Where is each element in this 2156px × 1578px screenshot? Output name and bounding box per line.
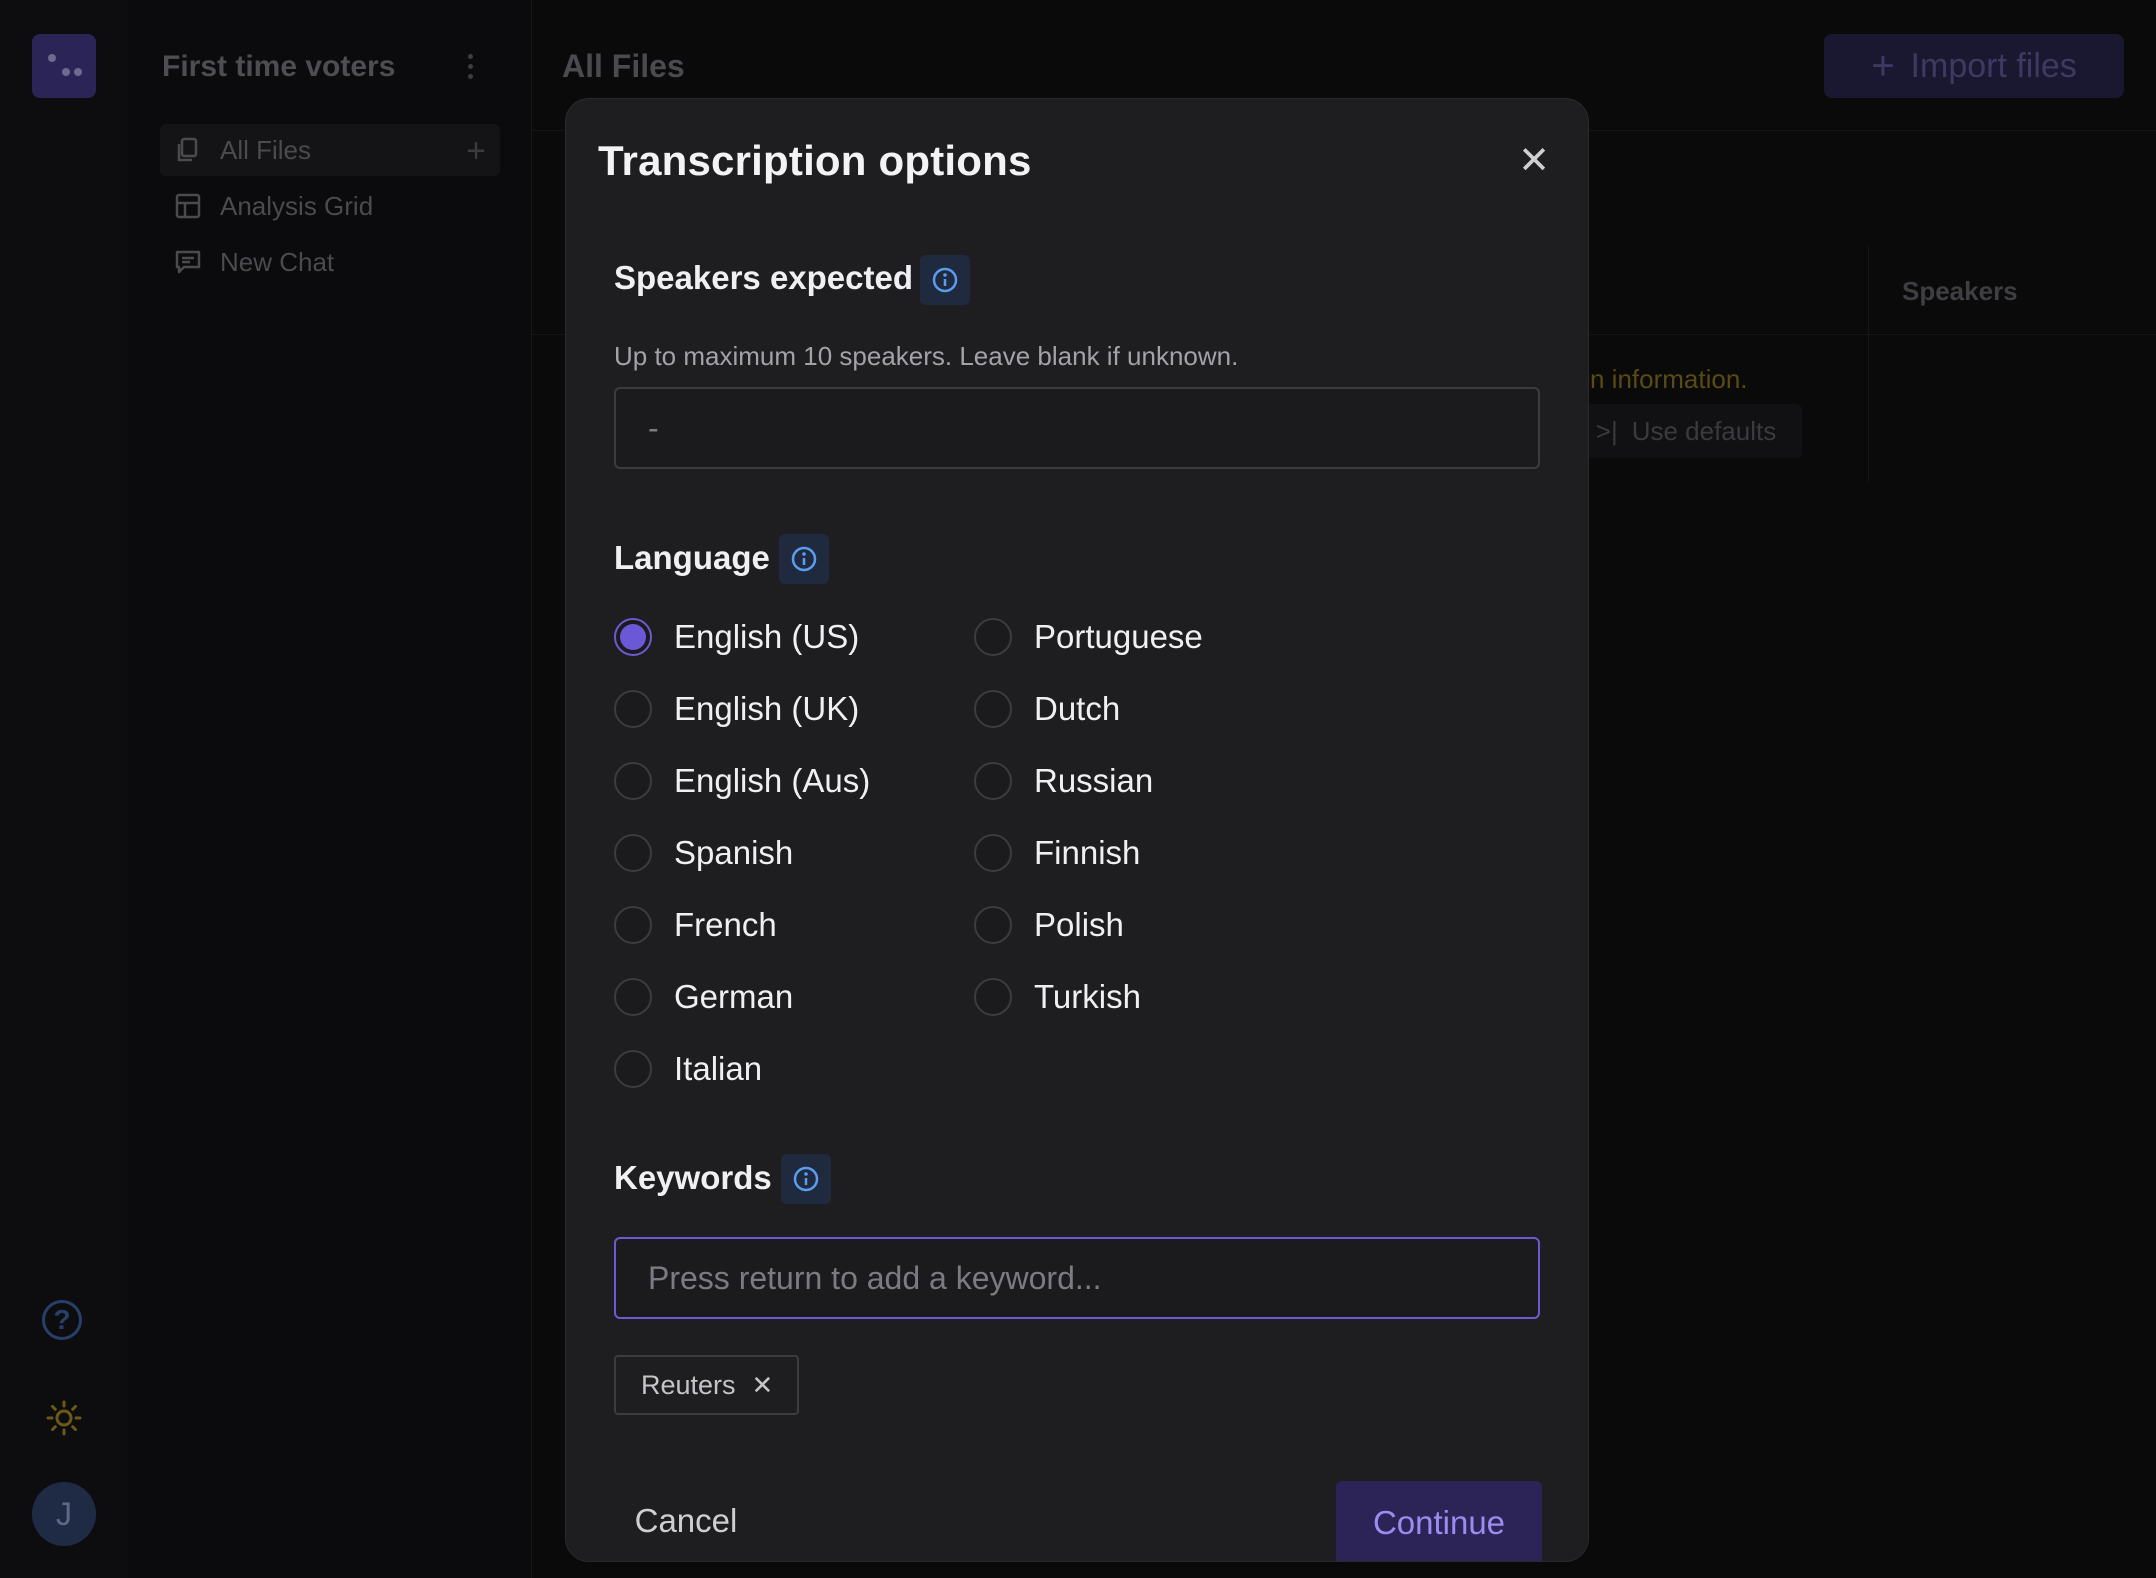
project-sidebar: First time voters All Files + Analysis G… bbox=[128, 0, 532, 1578]
radio-french[interactable]: French bbox=[614, 902, 777, 948]
project-title: First time voters bbox=[162, 50, 396, 83]
radio-russian[interactable]: Russian bbox=[974, 758, 1153, 804]
radio-button[interactable] bbox=[614, 618, 652, 656]
language-label: Language bbox=[614, 539, 770, 576]
speakers-expected-label: Speakers expected bbox=[614, 259, 914, 296]
app-logo[interactable] bbox=[32, 34, 96, 98]
nav-item-label: All Files bbox=[220, 134, 312, 165]
radio-label: Portuguese bbox=[1034, 618, 1203, 655]
radio-label: English (Aus) bbox=[674, 762, 871, 799]
radio-label: English (US) bbox=[674, 618, 860, 655]
radio-label: English (UK) bbox=[674, 690, 860, 727]
radio-german[interactable]: German bbox=[614, 974, 793, 1020]
divider bbox=[1868, 246, 1869, 482]
nav-item-label: Analysis Grid bbox=[220, 190, 374, 221]
nav-item-all-files[interactable]: All Files + bbox=[160, 124, 500, 176]
radio-button[interactable] bbox=[974, 834, 1012, 872]
radio-button[interactable] bbox=[614, 762, 652, 800]
avatar[interactable]: J bbox=[32, 1482, 96, 1546]
radio-button[interactable] bbox=[614, 978, 652, 1016]
continue-button[interactable]: Continue bbox=[1336, 1481, 1542, 1561]
radio-button[interactable] bbox=[614, 906, 652, 944]
info-icon[interactable] bbox=[779, 534, 829, 584]
nav-item-new-chat[interactable]: New Chat bbox=[160, 236, 500, 288]
radio-label: Turkish bbox=[1034, 978, 1141, 1015]
help-icon[interactable]: ? bbox=[42, 1300, 82, 1340]
radio-italian[interactable]: Italian bbox=[614, 1046, 762, 1092]
page-title: All Files bbox=[562, 48, 685, 84]
radio-label: Finnish bbox=[1034, 834, 1141, 871]
import-files-label: Import files bbox=[1910, 46, 2077, 85]
add-icon[interactable]: + bbox=[466, 132, 486, 171]
radio-portuguese[interactable]: Portuguese bbox=[974, 614, 1203, 660]
radio-english-aus[interactable]: English (Aus) bbox=[614, 758, 870, 804]
radio-finnish[interactable]: Finnish bbox=[974, 830, 1140, 876]
radio-label: German bbox=[674, 978, 794, 1015]
more-options-icon[interactable] bbox=[468, 54, 476, 84]
radio-label: Polish bbox=[1034, 906, 1124, 943]
transcription-options-dialog: Transcription options ✕ Speakers expecte… bbox=[565, 98, 1589, 1562]
radio-label: Spanish bbox=[674, 834, 794, 871]
radio-button[interactable] bbox=[614, 1050, 652, 1088]
sun-icon[interactable] bbox=[46, 1400, 82, 1436]
keyword-tag: Reuters ✕ bbox=[614, 1355, 800, 1415]
nav-item-label: New Chat bbox=[220, 246, 335, 277]
use-defaults-label: Use defaults bbox=[1631, 415, 1777, 446]
grid-icon bbox=[175, 193, 201, 219]
nav-item-analysis-grid[interactable]: Analysis Grid bbox=[160, 180, 500, 232]
keyword-input[interactable] bbox=[614, 1237, 1540, 1319]
radio-button[interactable] bbox=[974, 690, 1012, 728]
keywords-label: Keywords bbox=[614, 1159, 772, 1196]
cancel-button[interactable]: Cancel bbox=[614, 1481, 758, 1561]
radio-turkish[interactable]: Turkish bbox=[974, 974, 1141, 1020]
radio-label: Italian bbox=[674, 1050, 763, 1087]
radio-button[interactable] bbox=[614, 834, 652, 872]
radio-polish[interactable]: Polish bbox=[974, 902, 1124, 948]
chat-icon bbox=[175, 250, 201, 274]
radio-button[interactable] bbox=[974, 906, 1012, 944]
column-header-speakers[interactable]: Speakers bbox=[1902, 276, 2018, 307]
dialog-title: Transcription options bbox=[598, 137, 1032, 184]
info-icon[interactable] bbox=[781, 1154, 831, 1204]
info-icon[interactable] bbox=[920, 255, 970, 305]
info-message: n information. bbox=[1590, 364, 1748, 394]
keyword-tag-label: Reuters bbox=[641, 1369, 736, 1400]
speakers-input[interactable] bbox=[614, 387, 1540, 469]
remove-tag-icon[interactable]: ✕ bbox=[752, 1370, 774, 1401]
radio-label: Dutch bbox=[1034, 690, 1121, 727]
radio-english-uk[interactable]: English (UK) bbox=[614, 686, 859, 732]
radio-button[interactable] bbox=[614, 690, 652, 728]
radio-english-us[interactable]: English (US) bbox=[614, 614, 859, 660]
skip-icon: >| bbox=[1595, 415, 1618, 446]
plus-icon: + bbox=[1871, 43, 1895, 88]
radio-button[interactable] bbox=[974, 762, 1012, 800]
use-defaults-button[interactable]: >| Use defaults bbox=[1570, 404, 1802, 458]
import-files-button[interactable]: + Import files bbox=[1824, 34, 2124, 98]
radio-spanish[interactable]: Spanish bbox=[614, 830, 793, 876]
radio-label: French bbox=[674, 906, 777, 943]
app-rail: ? J bbox=[0, 0, 129, 1578]
radio-dutch[interactable]: Dutch bbox=[974, 686, 1120, 732]
radio-button[interactable] bbox=[974, 618, 1012, 656]
speakers-hint: Up to maximum 10 speakers. Leave blank i… bbox=[614, 341, 1239, 371]
radio-button[interactable] bbox=[974, 978, 1012, 1016]
files-icon bbox=[177, 137, 198, 162]
radio-label: Russian bbox=[1034, 762, 1154, 799]
close-icon[interactable]: ✕ bbox=[1514, 141, 1554, 181]
